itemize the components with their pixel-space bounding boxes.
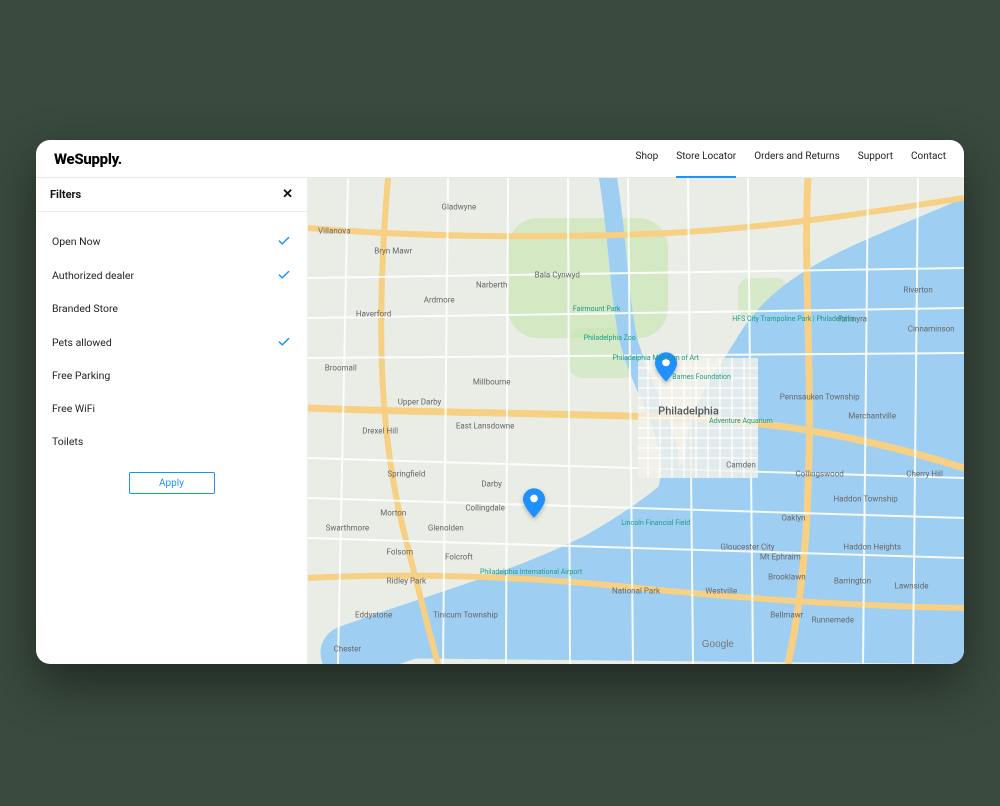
nav-contact[interactable]: Contact: [911, 151, 946, 166]
filter-label: Open Now: [52, 235, 100, 248]
map-place-label: Collingdale: [465, 504, 505, 513]
map-place-label: Millbourne: [473, 378, 511, 387]
check-icon: [277, 268, 291, 282]
map-place-label: HFS City Trampoline Park | Philadelphia: [732, 315, 854, 323]
map-place-label: Folsom: [387, 548, 414, 557]
app-window: WeSupply. Shop Store Locator Orders and …: [36, 140, 964, 664]
map-place-label: Collingswood: [796, 470, 844, 479]
map-place-label: Morton: [380, 509, 406, 518]
content-area: Filters ✕ Open Now Authorized dealer Brand…: [36, 178, 964, 664]
map-place-label: Cherry Hill: [906, 470, 943, 479]
map-place-label: Chester: [334, 645, 362, 654]
filter-label: Pets allowed: [52, 336, 112, 349]
filter-label: Branded Store: [52, 302, 118, 315]
filter-item-pets-allowed[interactable]: Pets allowed: [50, 325, 293, 359]
map-place-label: Haddon Township: [833, 494, 897, 503]
map-place-label: Bryn Mawr: [374, 246, 412, 255]
map-attribution: Google: [702, 639, 734, 650]
map-place-label: Philadelphia International Airport: [480, 568, 582, 576]
check-icon: [277, 335, 291, 349]
map-place-label: Mt Ephraim: [760, 553, 801, 562]
map-place-label: Darby: [481, 480, 502, 489]
filter-item-authorized-dealer[interactable]: Authorized dealer: [50, 258, 293, 292]
primary-nav: Shop Store Locator Orders and Returns Su…: [636, 151, 947, 166]
filter-label: Authorized dealer: [52, 269, 134, 282]
filters-title: Filters: [50, 188, 81, 201]
check-icon: [277, 234, 291, 248]
map-place-label: Haddon Heights: [843, 543, 901, 552]
map-place-label: Ridley Park: [387, 577, 426, 586]
map-place-label: Runnemede: [812, 616, 854, 625]
map-place-label: National Park: [612, 587, 660, 596]
filter-item-free-wifi[interactable]: Free WiFi: [50, 392, 293, 425]
filter-list: Open Now Authorized dealer Branded Store Pe…: [36, 212, 307, 458]
map-place-label: Gloucester City: [720, 543, 774, 552]
map-place-label: Philadelphia: [658, 405, 719, 418]
filters-sidebar: Filters ✕ Open Now Authorized dealer Brand…: [36, 178, 308, 664]
map-pin-icon[interactable]: [523, 488, 545, 518]
filters-header: Filters ✕: [36, 178, 307, 212]
map-place-label: Brooklawn: [768, 572, 806, 581]
map-place-label: Bellmawr: [770, 611, 803, 620]
map-place-label: Camden: [726, 460, 756, 469]
map-place-label: Folcroft: [445, 553, 473, 562]
apply-button[interactable]: Apply: [129, 472, 215, 494]
map-place-label: Villanova: [318, 227, 350, 236]
close-icon[interactable]: ✕: [282, 188, 293, 201]
map-place-label: Gladwyne: [442, 203, 477, 212]
filter-item-free-parking[interactable]: Free Parking: [50, 359, 293, 392]
map-place-label: East Lansdowne: [456, 421, 515, 430]
map-place-label: Pennsauken Township: [780, 392, 860, 401]
filter-label: Free WiFi: [52, 402, 95, 415]
map-place-label: Oaklyn: [781, 514, 805, 523]
map-place-label: Barnes Foundation: [672, 373, 731, 381]
map-place-label: Glenolden: [428, 523, 464, 532]
map-place-label: Merchantville: [848, 412, 896, 421]
map-place-label: Cinnaminson: [908, 324, 955, 333]
nav-orders-returns[interactable]: Orders and Returns: [754, 151, 840, 166]
brand-logo[interactable]: WeSupply.: [54, 150, 122, 168]
map-place-label: Lawnside: [895, 582, 929, 591]
map-place-label: Drexel Hill: [362, 426, 398, 435]
filter-label: Free Parking: [52, 369, 110, 382]
map-place-label: Ardmore: [424, 295, 455, 304]
map-place-label: Philadelphia Museum of Art: [612, 354, 698, 362]
filter-item-branded-store[interactable]: Branded Store: [50, 292, 293, 325]
map-place-label: Eddystone: [355, 611, 392, 620]
map-place-label: Tinicum Township: [433, 611, 498, 620]
filter-label: Toilets: [52, 435, 83, 448]
map-place-label: Adventure Aquarium: [709, 417, 773, 425]
apply-wrap: Apply: [36, 458, 307, 494]
map-place-label: Barrington: [834, 577, 871, 586]
map-place-label: Narberth: [476, 280, 507, 289]
map-place-label: Riverton: [903, 285, 932, 294]
map-place-label: Lincoln Financial Field: [621, 519, 690, 527]
map-place-label: Haverford: [356, 310, 391, 319]
map-place-label: Philadelphia Zoo: [584, 334, 636, 342]
map-place-label: Broomall: [325, 363, 357, 372]
filter-item-toilets[interactable]: Toilets: [50, 425, 293, 458]
filter-item-open-now[interactable]: Open Now: [50, 224, 293, 258]
nav-shop[interactable]: Shop: [636, 151, 659, 166]
nav-support[interactable]: Support: [858, 151, 893, 166]
map-place-label: Springfield: [387, 470, 425, 479]
map-place-label: Swarthmore: [326, 523, 370, 532]
map-place-label: Westville: [705, 587, 737, 596]
map-place-label: Upper Darby: [398, 397, 442, 406]
map-place-label: Bala Cynwyd: [535, 271, 580, 280]
map-canvas[interactable]: Google Philadelphia Gloucester City Cherry…: [308, 178, 964, 664]
nav-store-locator[interactable]: Store Locator: [676, 151, 736, 166]
topbar: WeSupply. Shop Store Locator Orders and …: [36, 140, 964, 178]
map-place-label: Fairmount Park: [573, 305, 621, 313]
